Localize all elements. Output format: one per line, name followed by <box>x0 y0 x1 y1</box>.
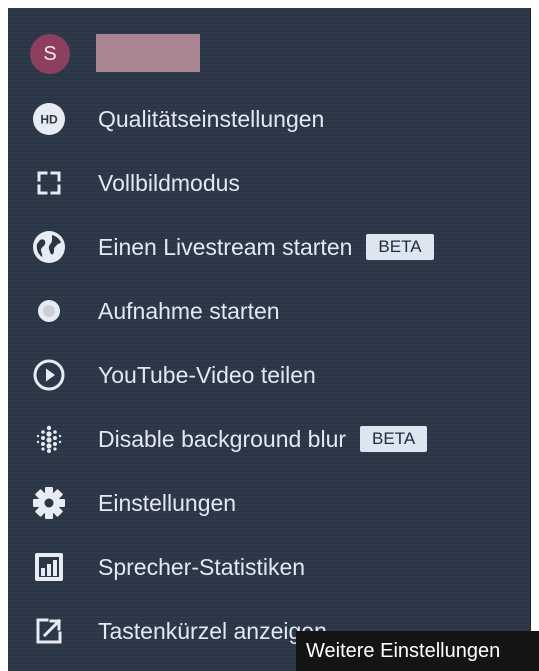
menu-item-label: Einstellungen <box>98 490 237 516</box>
menu-item-label: Einen Livestream starten BETA <box>98 219 434 275</box>
menu-item-label: Qualitätseinstellungen <box>98 106 325 132</box>
menu-item-fullscreen[interactable]: Vollbildmodus <box>8 155 530 211</box>
hd-icon: HD <box>30 100 68 138</box>
menu-item-label-text: Disable background blur <box>98 426 347 452</box>
more-settings-menu: S HD Qualitätseinstellungen Vollbildmodu… <box>8 8 531 671</box>
profile-name-redacted <box>96 34 200 72</box>
menu-item-label: YouTube-Video teilen <box>98 362 316 388</box>
menu-item-speaker-stats[interactable]: Sprecher-Statistiken <box>8 539 530 595</box>
menu-item-settings[interactable]: Einstellungen <box>8 475 530 531</box>
bar-chart-icon <box>30 548 68 586</box>
gear-icon <box>30 484 68 522</box>
menu-item-label: Disable background blur BETA <box>98 411 428 467</box>
fullscreen-icon <box>30 164 68 202</box>
menu-item-label-text: Einen Livestream starten <box>98 234 353 260</box>
svg-text:HD: HD <box>40 113 58 127</box>
external-link-icon <box>30 612 68 650</box>
menu-item-disable-background-blur[interactable]: Disable background blur BETA <box>8 411 530 467</box>
menu-item-share-youtube[interactable]: YouTube-Video teilen <box>8 347 530 403</box>
menu-item-label: Vollbildmodus <box>98 170 240 196</box>
menu-item-label: Tastenkürzel anzeigen <box>98 618 327 644</box>
beta-badge: BETA <box>366 233 434 260</box>
menu-item-label: Sprecher-Statistiken <box>98 554 306 580</box>
profile-row[interactable]: S <box>8 30 530 76</box>
beta-badge: BETA <box>360 425 428 452</box>
tooltip: Weitere Einstellungen <box>296 631 539 671</box>
play-circle-icon <box>30 356 68 394</box>
menu-item-start-recording[interactable]: Aufnahme starten <box>8 283 530 339</box>
menu-item-label: Aufnahme starten <box>98 298 280 324</box>
menu-item-start-livestream[interactable]: Einen Livestream starten BETA <box>8 219 530 275</box>
record-icon <box>30 292 68 330</box>
globe-icon <box>30 228 68 266</box>
blur-dots-icon <box>30 420 68 458</box>
avatar: S <box>30 34 70 74</box>
menu-item-quality-settings[interactable]: HD Qualitätseinstellungen <box>8 91 530 147</box>
